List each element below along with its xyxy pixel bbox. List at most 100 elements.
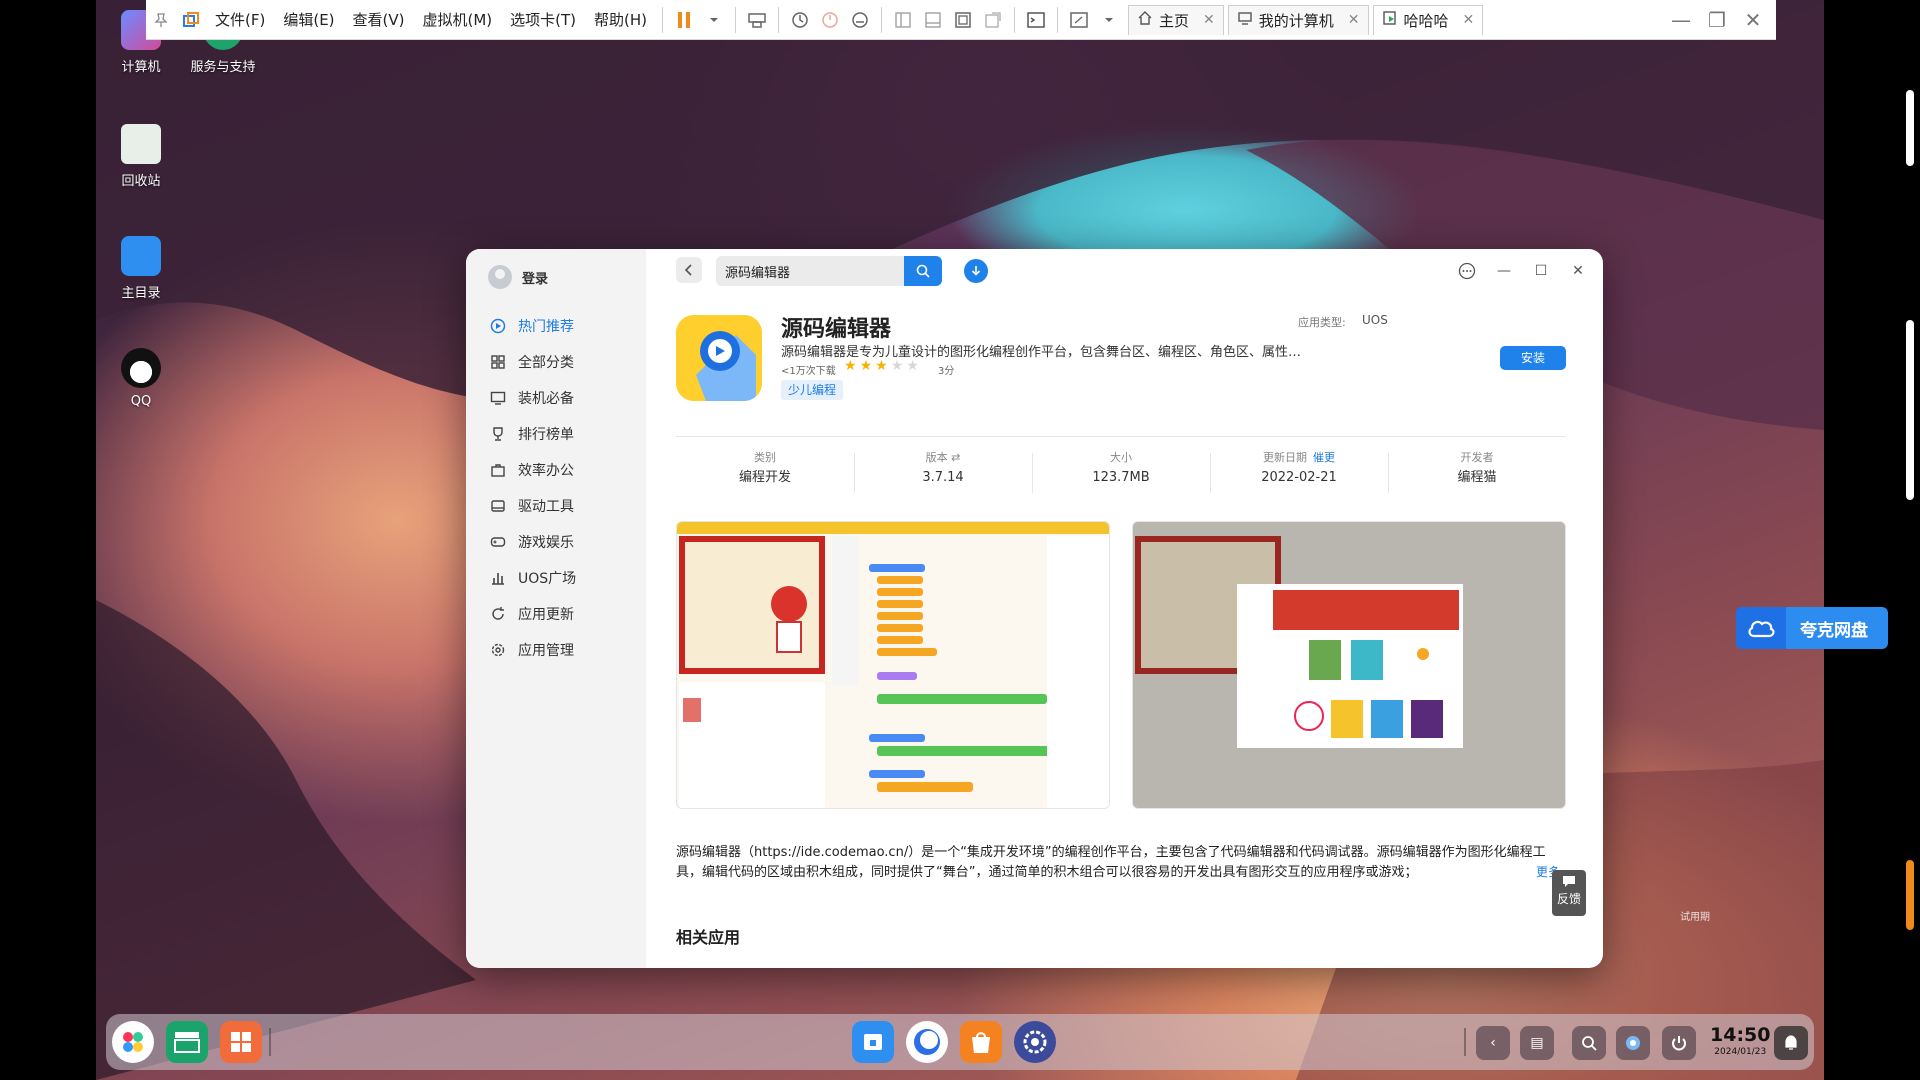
restore-icon[interactable]: ❐	[1698, 0, 1736, 40]
snapshot-manager-icon[interactable]	[845, 5, 875, 35]
sidebar-toggle-icon[interactable]	[888, 5, 918, 35]
chevron-left-icon[interactable]: ‹	[1476, 1026, 1510, 1060]
download-manager-button[interactable]	[964, 259, 988, 283]
menu-help[interactable]: 帮助(H)	[585, 0, 656, 40]
fullscreen-icon[interactable]	[948, 5, 978, 35]
power-icon[interactable]	[1662, 1026, 1696, 1060]
menu-tabs[interactable]: 选项卡(T)	[501, 0, 585, 40]
request-update-link[interactable]: 催更	[1313, 451, 1335, 464]
network-icon[interactable]	[1616, 1026, 1650, 1060]
briefcase-icon	[490, 462, 506, 478]
show-desktop-icon[interactable]	[220, 1021, 262, 1063]
console-icon[interactable]	[1021, 5, 1051, 35]
sidebar-item-uos-plaza[interactable]: UOS广场	[480, 560, 636, 596]
unity-mode-icon[interactable]	[978, 5, 1008, 35]
multitask-view-icon[interactable]	[166, 1021, 208, 1063]
back-button[interactable]	[676, 257, 702, 283]
file-manager-icon[interactable]	[852, 1021, 894, 1063]
tab-home[interactable]: 主页 ✕	[1128, 4, 1224, 35]
sidebar-item-office[interactable]: 效率办公	[480, 452, 636, 488]
monitor-icon	[490, 390, 506, 406]
minimize-icon[interactable]: —	[1662, 0, 1700, 40]
cloud-icon	[1736, 607, 1786, 649]
star-empty-icon: ★	[890, 358, 904, 374]
more-icon	[1458, 262, 1476, 280]
notification-bell-icon[interactable]	[1774, 1026, 1808, 1060]
feedback-button[interactable]: 反馈	[1552, 870, 1586, 916]
sidebar-item-updates[interactable]: 应用更新	[480, 596, 636, 632]
screenshot-2[interactable]	[1132, 521, 1566, 809]
menu-file[interactable]: 文件(F)	[206, 0, 274, 40]
quark-drive-badge[interactable]: 夸克网盘	[1736, 607, 1888, 649]
desktop-icon-home-folder[interactable]: 主目录	[96, 236, 186, 301]
close-window-icon[interactable]: ✕	[1734, 0, 1772, 40]
sidebar-item-label: 驱动工具	[518, 499, 574, 515]
search-icon[interactable]	[1572, 1026, 1606, 1060]
dock-separator	[1464, 1028, 1466, 1056]
avatar	[488, 265, 512, 289]
refresh-icon	[490, 606, 506, 622]
tab-hahaha[interactable]: 哈哈哈 ✕	[1372, 4, 1484, 35]
close-icon[interactable]: ✕	[1566, 259, 1590, 283]
menu-vm[interactable]: 虚拟机(M)	[414, 0, 502, 40]
sidebar-item-essentials[interactable]: 装机必备	[480, 380, 636, 416]
search-button[interactable]	[904, 256, 942, 286]
long-description: 源码编辑器（https://ide.codemao.cn/）是一个“集成开发环境…	[676, 845, 1546, 880]
minimize-icon[interactable]: —	[1492, 259, 1516, 283]
chevron-down-icon[interactable]	[1094, 5, 1124, 35]
control-center-icon[interactable]	[1014, 1021, 1056, 1063]
launcher-icon[interactable]	[112, 1021, 154, 1063]
screenshot-image	[1133, 522, 1565, 808]
menu-view[interactable]: 查看(V)	[344, 0, 414, 40]
info-category: 类别 编程开发	[676, 449, 854, 495]
install-button[interactable]: 安装	[1500, 346, 1566, 370]
menu-edit[interactable]: 编辑(E)	[274, 0, 343, 40]
sidebar-item-label: UOS广场	[518, 571, 577, 587]
maximize-icon[interactable]: ☐	[1529, 259, 1553, 283]
sidebar-item-games[interactable]: 游戏娱乐	[480, 524, 636, 560]
desktop-icon-trash[interactable]: 回收站	[96, 124, 186, 189]
sidebar-item-manage[interactable]: 应用管理	[480, 632, 636, 668]
vm-running-icon	[1382, 10, 1398, 30]
send-keys-icon[interactable]	[742, 5, 772, 35]
info-label: 更新日期 催更	[1210, 449, 1388, 467]
login-button[interactable]: 登录	[488, 265, 548, 289]
host-scrollbar[interactable]	[1906, 860, 1914, 930]
sidebar-item-hot[interactable]: 热门推荐	[480, 308, 636, 344]
gear-icon	[490, 642, 506, 658]
snapshot-restore-icon[interactable]	[815, 5, 845, 35]
clock[interactable]: 14:50 2024/01/23	[1710, 1024, 1770, 1058]
star-filled-icon: ★	[875, 358, 888, 374]
category-tag[interactable]: 少儿编程	[781, 380, 844, 400]
screenshot-1[interactable]	[676, 521, 1110, 809]
menu-button[interactable]	[1455, 259, 1479, 283]
pause-icon[interactable]	[669, 5, 699, 35]
toolbar-separator	[1057, 6, 1059, 33]
host-scrollbar[interactable]	[1906, 90, 1914, 166]
sidebar-item-rankings[interactable]: 排行榜单	[480, 416, 636, 452]
snapshot-icon[interactable]	[785, 5, 815, 35]
browser-icon[interactable]	[906, 1021, 948, 1063]
trophy-icon	[490, 426, 506, 442]
feedback-label: 反馈	[1556, 892, 1581, 906]
pin-icon[interactable]	[146, 5, 176, 35]
keyboard-icon[interactable]: ▤	[1520, 1026, 1554, 1060]
star-filled-icon: ★	[859, 358, 873, 374]
tab-my-computer[interactable]: 我的计算机 ✕	[1227, 4, 1369, 35]
sidebar-item-drivers[interactable]: 驱动工具	[480, 488, 636, 524]
desktop-icon-label: 服务与支持	[190, 60, 256, 75]
rating-score: 3分	[938, 366, 955, 377]
search-input[interactable]	[716, 256, 904, 286]
app-store-icon[interactable]	[960, 1021, 1002, 1063]
host-scrollbar[interactable]	[1906, 320, 1914, 500]
stretch-guest-icon[interactable]	[1064, 5, 1094, 35]
desktop-icon-qq[interactable]: QQ	[96, 348, 186, 409]
close-icon[interactable]: ✕	[1203, 12, 1215, 28]
thumbnail-bar-icon[interactable]	[918, 5, 948, 35]
close-icon[interactable]: ✕	[1348, 12, 1360, 28]
sidebar-item-categories[interactable]: 全部分类	[480, 344, 636, 380]
vmware-logo-icon	[176, 5, 206, 35]
chevron-down-icon[interactable]	[699, 5, 729, 35]
close-icon[interactable]: ✕	[1463, 12, 1475, 28]
toolbar-separator	[735, 6, 737, 33]
